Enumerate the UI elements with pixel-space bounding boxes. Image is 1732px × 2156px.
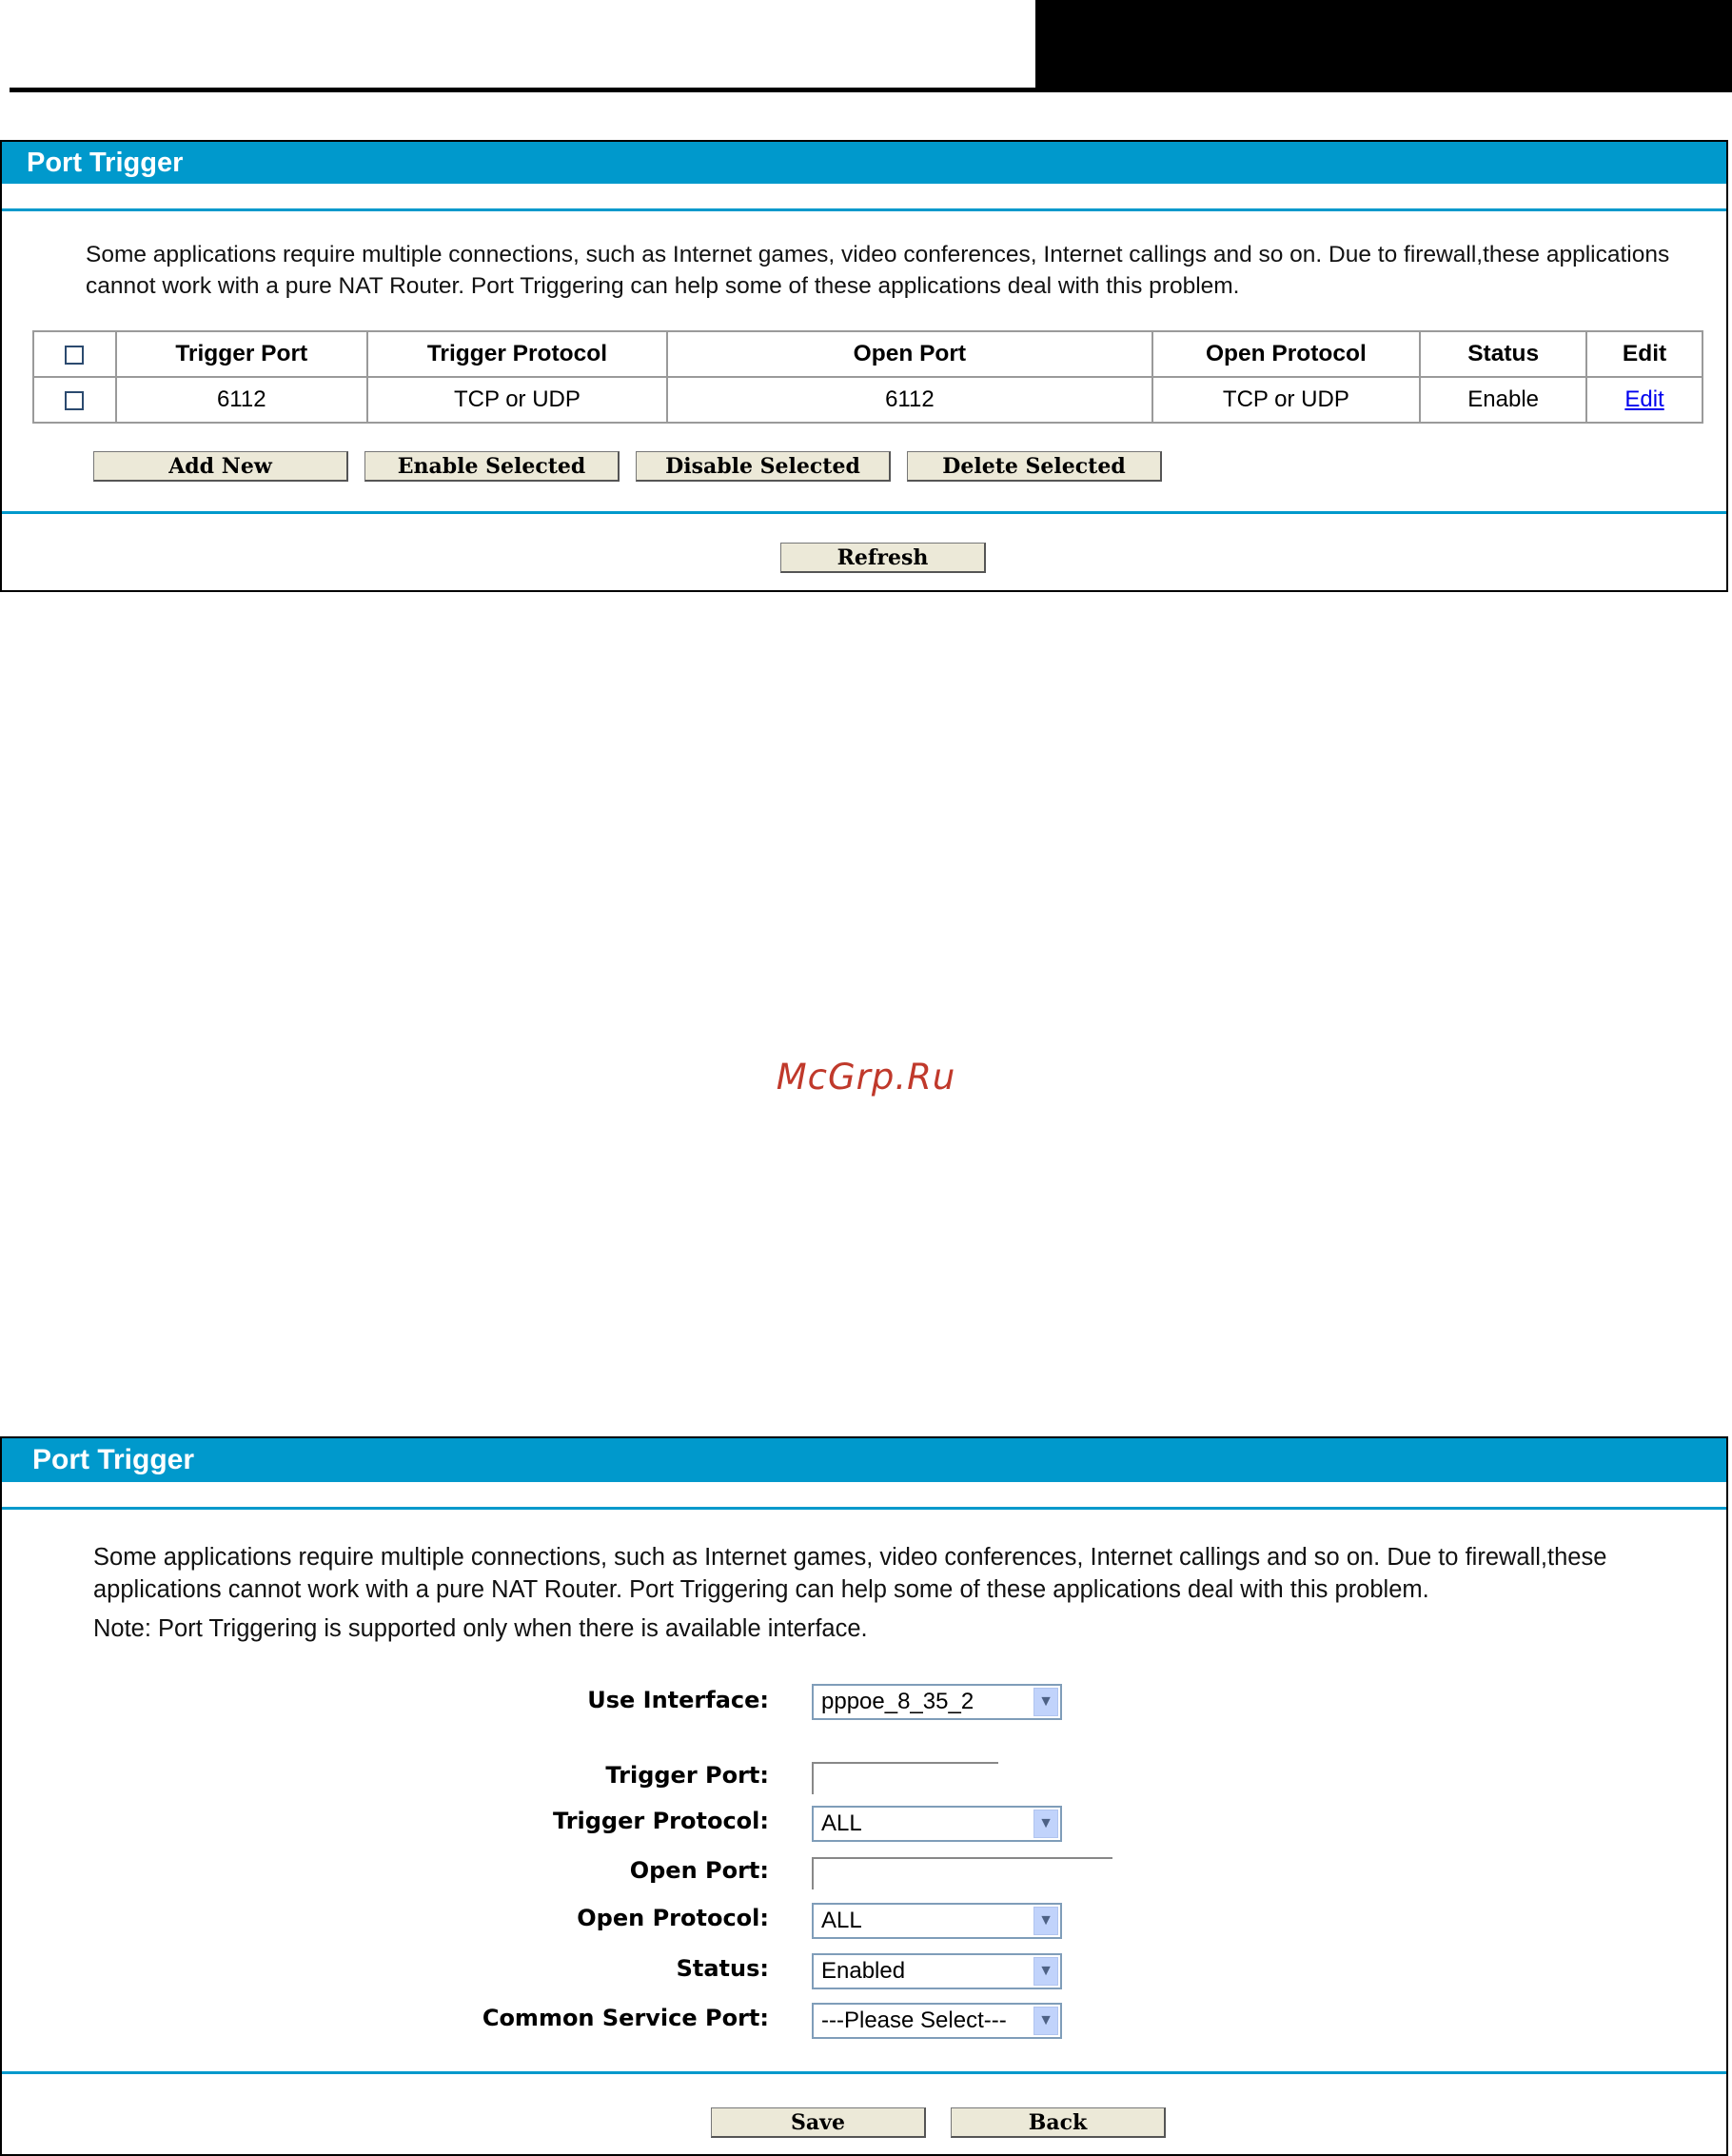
port-trigger-form-panel: Port Trigger Some applications require m… — [0, 1436, 1728, 2156]
common-service-port-label: Common Service Port: — [482, 2005, 769, 2031]
common-service-port-select[interactable]: ---Please Select--- ▼ — [812, 2003, 1062, 2039]
add-new-button[interactable]: Add New — [93, 451, 348, 482]
open-protocol-label: Open Protocol: — [577, 1905, 769, 1931]
table-header-row: Trigger Port Trigger Protocol Open Port … — [32, 330, 1703, 378]
row-select-cell — [32, 376, 117, 424]
chevron-down-icon[interactable]: ▼ — [1033, 2007, 1058, 2035]
status-value: Enabled — [821, 1958, 906, 1984]
open-port-label: Open Port: — [629, 1857, 769, 1884]
back-button[interactable]: Back — [951, 2107, 1166, 2138]
page-header-rule — [10, 88, 1037, 92]
trigger-protocol-label: Trigger Protocol: — [552, 1808, 769, 1834]
panel-title: Port Trigger — [2, 142, 1726, 184]
port-trigger-list-panel: Port Trigger Some applications require m… — [0, 140, 1728, 592]
select-all-cell — [32, 330, 117, 378]
panel-title: Port Trigger — [2, 1438, 1726, 1482]
save-button[interactable]: Save — [711, 2107, 926, 2138]
trigger-protocol-select[interactable]: ALL ▼ — [812, 1806, 1062, 1842]
trigger-port-input[interactable] — [812, 1762, 998, 1794]
open-protocol-select[interactable]: ALL ▼ — [812, 1903, 1062, 1939]
port-trigger-table: Trigger Port Trigger Protocol Open Port … — [32, 330, 1703, 424]
trigger-port-label: Trigger Port: — [605, 1762, 769, 1789]
trigger-protocol-value: ALL — [821, 1810, 862, 1836]
description-text: Some applications require multiple conne… — [86, 242, 1670, 299]
note-text: Note: Port Triggering is supported only … — [93, 1615, 868, 1642]
divider — [2, 208, 1726, 211]
header-trigger-port: Trigger Port — [114, 330, 368, 378]
enable-selected-button[interactable]: Enable Selected — [364, 451, 620, 482]
status-select[interactable]: Enabled ▼ — [812, 1953, 1062, 1989]
chevron-down-icon[interactable]: ▼ — [1033, 1907, 1058, 1935]
use-interface-select[interactable]: pppoe_8_35_2 ▼ — [812, 1684, 1062, 1720]
status-label: Status: — [676, 1955, 769, 1982]
chevron-down-icon[interactable]: ▼ — [1033, 1810, 1058, 1838]
common-service-port-value: ---Please Select--- — [821, 2008, 1007, 2033]
use-interface-label: Use Interface: — [587, 1687, 769, 1713]
cell-open-port: 6112 — [666, 376, 1153, 424]
chevron-down-icon[interactable]: ▼ — [1033, 1957, 1058, 1986]
divider — [2, 511, 1726, 514]
page-header-block — [1035, 0, 1732, 92]
chevron-down-icon[interactable]: ▼ — [1033, 1688, 1058, 1716]
header-open-protocol: Open Protocol — [1151, 330, 1422, 378]
header-edit: Edit — [1585, 330, 1703, 378]
divider — [2, 2071, 1726, 2074]
select-all-checkbox[interactable] — [65, 345, 85, 365]
cell-trigger-protocol: TCP or UDP — [365, 376, 669, 424]
cell-trigger-port: 6112 — [114, 376, 368, 424]
open-port-input[interactable] — [812, 1857, 1112, 1889]
watermark-text: McGrp.Ru — [776, 1057, 956, 1098]
header-open-port: Open Port — [666, 330, 1153, 378]
header-trigger-protocol: Trigger Protocol — [365, 330, 669, 378]
header-status: Status — [1419, 330, 1588, 378]
divider — [2, 1507, 1726, 1510]
use-interface-value: pppoe_8_35_2 — [821, 1689, 974, 1714]
table-row: 6112 TCP or UDP 6112 TCP or UDP Enable E… — [32, 376, 1703, 424]
description-text: Some applications require multiple conne… — [93, 1544, 1607, 1603]
cell-edit: Edit — [1585, 376, 1703, 424]
open-protocol-value: ALL — [821, 1908, 862, 1933]
refresh-button[interactable]: Refresh — [780, 543, 986, 573]
cell-open-protocol: TCP or UDP — [1151, 376, 1422, 424]
row-checkbox[interactable] — [65, 390, 85, 410]
disable-selected-button[interactable]: Disable Selected — [636, 451, 891, 482]
delete-selected-button[interactable]: Delete Selected — [907, 451, 1162, 482]
edit-link[interactable]: Edit — [1624, 386, 1663, 412]
cell-status: Enable — [1419, 376, 1588, 424]
